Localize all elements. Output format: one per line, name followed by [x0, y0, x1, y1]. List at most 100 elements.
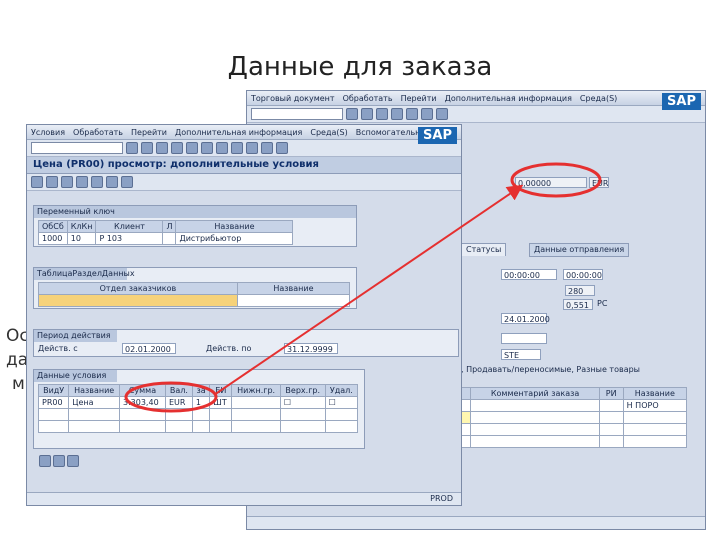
- display-icon[interactable]: [31, 176, 43, 188]
- table-cell[interactable]: [598, 435, 624, 448]
- cancel-icon[interactable]: [391, 108, 403, 120]
- net-value-field[interactable]: 0,00000: [515, 177, 587, 188]
- table-cell[interactable]: [37, 420, 70, 433]
- table-cell[interactable]: [460, 399, 472, 412]
- table-cell[interactable]: [231, 420, 281, 433]
- table-cell[interactable]: [191, 420, 211, 433]
- table-cell[interactable]: PR00: [37, 396, 70, 409]
- column-header[interactable]: Комментарий заказа: [470, 387, 600, 400]
- save-icon[interactable]: [346, 108, 358, 120]
- table-cell[interactable]: [460, 435, 472, 448]
- column-header[interactable]: Сумма: [119, 384, 166, 397]
- table-cell[interactable]: [470, 423, 600, 436]
- table-cell[interactable]: [460, 411, 472, 424]
- menu-item[interactable]: Среда(S): [580, 94, 617, 103]
- menu-item[interactable]: Обработать: [73, 128, 123, 137]
- table-cell[interactable]: EUR: [164, 396, 193, 409]
- menu-item[interactable]: Условия: [31, 128, 65, 137]
- column-header[interactable]: Удал.: [324, 384, 359, 397]
- find-icon[interactable]: [201, 142, 213, 154]
- table-cell[interactable]: [622, 423, 688, 436]
- table-cell[interactable]: [460, 423, 472, 436]
- table-cell[interactable]: [164, 408, 193, 421]
- table-cell[interactable]: [191, 408, 211, 421]
- date-field-2[interactable]: [501, 333, 547, 344]
- tab-shipping[interactable]: Данные отправления: [529, 243, 630, 257]
- print-icon[interactable]: [186, 142, 198, 154]
- menu-item[interactable]: Торговый документ: [251, 94, 335, 103]
- column-header[interactable]: за: [191, 384, 211, 397]
- table-cell[interactable]: [598, 399, 624, 412]
- print-icon[interactable]: [406, 108, 418, 120]
- exit-icon[interactable]: [376, 108, 388, 120]
- insert-row-icon[interactable]: [53, 455, 65, 467]
- table-cell[interactable]: [37, 408, 70, 421]
- column-header[interactable]: Название: [68, 384, 121, 397]
- delete-row-icon[interactable]: [67, 455, 79, 467]
- details-icon[interactable]: [61, 176, 73, 188]
- valid-to-field[interactable]: 31.12.9999: [284, 343, 338, 354]
- table-cell[interactable]: [324, 420, 359, 433]
- back-icon[interactable]: [141, 142, 153, 154]
- table-cell[interactable]: [324, 408, 359, 421]
- column-header[interactable]: РИ: [598, 387, 624, 400]
- date-field[interactable]: 24.01.2000: [501, 313, 550, 324]
- help-icon[interactable]: [436, 108, 448, 120]
- menu-item[interactable]: Дополнительная информация: [445, 94, 572, 103]
- table-cell[interactable]: [622, 435, 688, 448]
- column-header[interactable]: Верх.гр.: [279, 384, 326, 397]
- menu-item[interactable]: Обработать: [343, 94, 393, 103]
- time-field[interactable]: 00:00:00: [501, 269, 557, 280]
- table-cell[interactable]: [598, 411, 624, 424]
- table-cell[interactable]: [38, 294, 238, 307]
- back-icon[interactable]: [361, 108, 373, 120]
- menu-item[interactable]: Среда(S): [310, 128, 347, 137]
- checkbox[interactable]: ☐: [279, 396, 326, 409]
- table-cell[interactable]: [209, 408, 233, 421]
- menu-item[interactable]: Перейти: [401, 94, 437, 103]
- column-header[interactable]: ВидУ: [37, 384, 70, 397]
- table-cell[interactable]: [598, 423, 624, 436]
- deselect-icon[interactable]: [91, 176, 103, 188]
- table-cell[interactable]: [470, 411, 600, 424]
- last-page-icon[interactable]: [261, 142, 273, 154]
- cancel-icon[interactable]: [171, 142, 183, 154]
- code-field[interactable]: STE: [501, 349, 541, 360]
- command-field[interactable]: [31, 142, 123, 154]
- price-amount-cell[interactable]: 3.303,40: [119, 396, 166, 409]
- valid-from-field[interactable]: 02.01.2000: [122, 343, 176, 354]
- find-icon[interactable]: [421, 108, 433, 120]
- exit-icon[interactable]: [156, 142, 168, 154]
- prev-page-icon[interactable]: [231, 142, 243, 154]
- table-cell[interactable]: [622, 411, 688, 424]
- table-cell[interactable]: [470, 399, 600, 412]
- help-icon[interactable]: [276, 142, 288, 154]
- currency-field[interactable]: EUR: [589, 177, 609, 188]
- next-page-icon[interactable]: [246, 142, 258, 154]
- column-header[interactable]: Название: [622, 387, 688, 400]
- copy-icon[interactable]: [46, 176, 58, 188]
- table-settings-icon[interactable]: [39, 455, 51, 467]
- table-cell[interactable]: [68, 408, 121, 421]
- table-cell[interactable]: 1: [191, 396, 211, 409]
- menu-item[interactable]: Дополнительная информация: [175, 128, 302, 137]
- table-cell[interactable]: [279, 408, 326, 421]
- column-header[interactable]: [460, 387, 472, 400]
- table-cell[interactable]: [68, 420, 121, 433]
- tab-status[interactable]: Статусы: [461, 243, 507, 256]
- table-cell[interactable]: [119, 408, 166, 421]
- table-cell[interactable]: [164, 420, 193, 433]
- table-cell[interactable]: ШТ: [209, 396, 233, 409]
- command-field[interactable]: [251, 108, 343, 120]
- table-cell[interactable]: [231, 408, 281, 421]
- table-cell[interactable]: [231, 396, 281, 409]
- select-all-icon[interactable]: [76, 176, 88, 188]
- menu-item[interactable]: Перейти: [131, 128, 167, 137]
- sort-icon[interactable]: [106, 176, 118, 188]
- column-header[interactable]: ЕИ: [209, 384, 233, 397]
- table-cell[interactable]: [236, 294, 351, 307]
- table-cell[interactable]: Цена: [68, 396, 121, 409]
- first-page-icon[interactable]: [216, 142, 228, 154]
- table-cell[interactable]: [209, 420, 233, 433]
- table-cell[interactable]: Н ПОРО: [622, 399, 688, 412]
